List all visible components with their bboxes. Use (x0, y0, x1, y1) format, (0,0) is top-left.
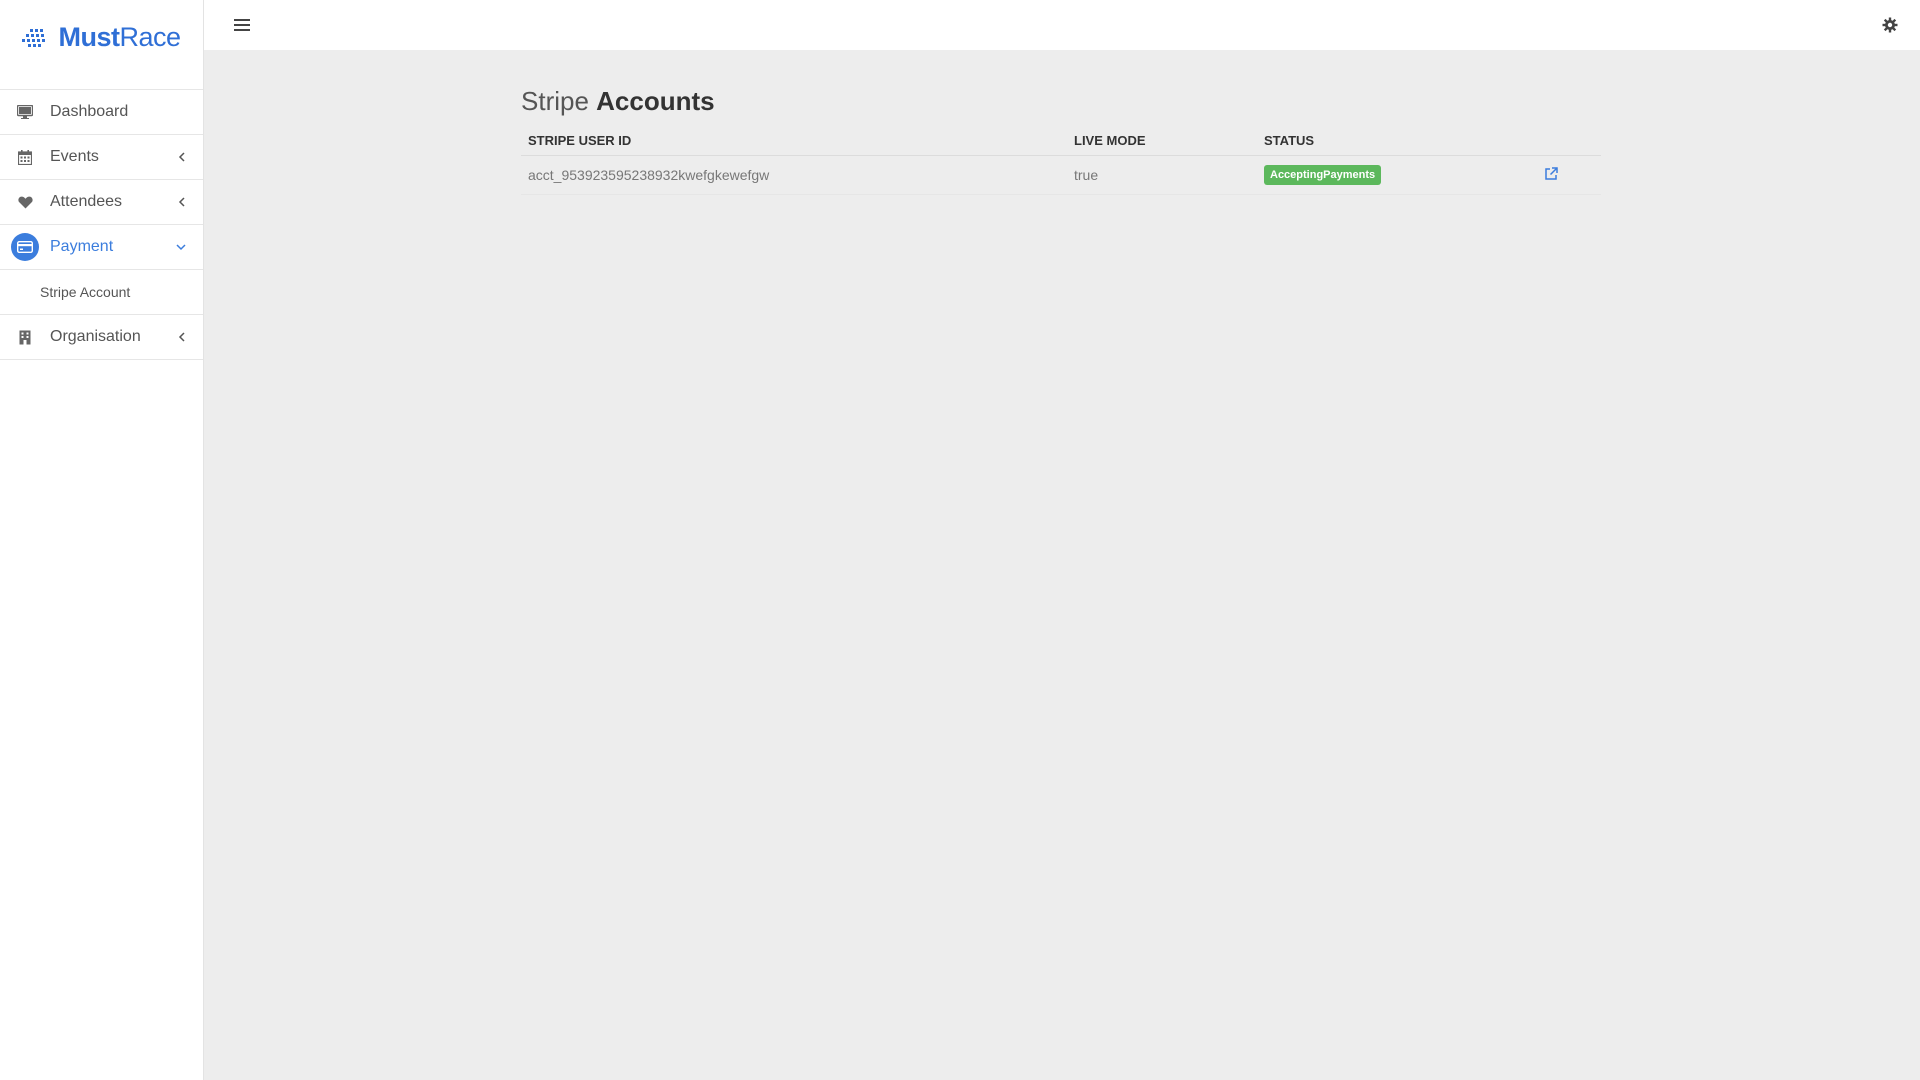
gear-icon[interactable] (1882, 17, 1898, 33)
sidebar-item-dashboard[interactable]: Dashboard (0, 90, 203, 135)
page-title: Stripe Accounts (521, 86, 1601, 117)
chevron-left-icon (175, 331, 187, 343)
brand-name: MustRace (58, 22, 181, 53)
column-header-status: STATUS (1257, 127, 1537, 156)
sidebar-nav: Dashboard Events Attendees Payment Strip… (0, 90, 203, 360)
logo[interactable]: MustRace (0, 0, 203, 90)
sidebar-item-events[interactable]: Events (0, 135, 203, 180)
sidebar-subitem-label: Stripe Account (40, 284, 131, 300)
heart-icon (14, 191, 36, 213)
page-title-bold: Accounts (596, 86, 715, 116)
chevron-left-icon (175, 151, 187, 163)
chevron-down-icon (175, 241, 187, 253)
sidebar-item-payment[interactable]: Payment (0, 225, 203, 270)
sidebar: MustRace Dashboard Events Attendees Paym… (0, 0, 204, 1080)
cell-live-mode: true (1067, 155, 1257, 195)
cell-actions (1537, 155, 1601, 195)
cell-status: AcceptingPayments (1257, 155, 1537, 195)
sidebar-item-label: Payment (50, 238, 114, 255)
sidebar-item-label: Dashboard (50, 103, 129, 120)
page-title-light: Stripe (521, 86, 589, 116)
external-link-icon[interactable] (1544, 166, 1558, 181)
credit-card-icon (11, 233, 39, 261)
logo-mark-icon (22, 28, 46, 47)
column-header-stripe-user-id: STRIPE USER ID (521, 127, 1067, 156)
column-header-actions (1537, 127, 1601, 156)
stripe-accounts-table: STRIPE USER ID LIVE MODE STATUS acct_953… (521, 127, 1601, 195)
hamburger-icon[interactable] (234, 18, 250, 32)
cell-stripe-user-id: acct_953923595238932kwefgkewefgw (521, 155, 1067, 195)
monitor-icon (14, 101, 36, 123)
status-badge: AcceptingPayments (1264, 165, 1382, 185)
main-content: Stripe Accounts STRIPE USER ID LIVE MODE… (521, 86, 1601, 195)
sidebar-subitem-stripe-account[interactable]: Stripe Account (0, 270, 203, 315)
chevron-left-icon (175, 196, 187, 208)
sidebar-item-label: Organisation (50, 328, 141, 345)
calendar-icon (14, 146, 36, 168)
sidebar-item-organisation[interactable]: Organisation (0, 315, 203, 360)
table-header-row: STRIPE USER ID LIVE MODE STATUS (521, 127, 1601, 156)
brand-name-light: Race (119, 22, 181, 52)
topbar (204, 0, 1920, 50)
building-icon (14, 326, 36, 348)
sidebar-item-label: Attendees (50, 193, 123, 210)
table-row: acct_953923595238932kwefgkewefgw true Ac… (521, 155, 1601, 195)
column-header-live-mode: LIVE MODE (1067, 127, 1257, 156)
brand-name-bold: Must (58, 22, 120, 52)
sidebar-item-attendees[interactable]: Attendees (0, 180, 203, 225)
sidebar-item-label: Events (50, 148, 99, 165)
